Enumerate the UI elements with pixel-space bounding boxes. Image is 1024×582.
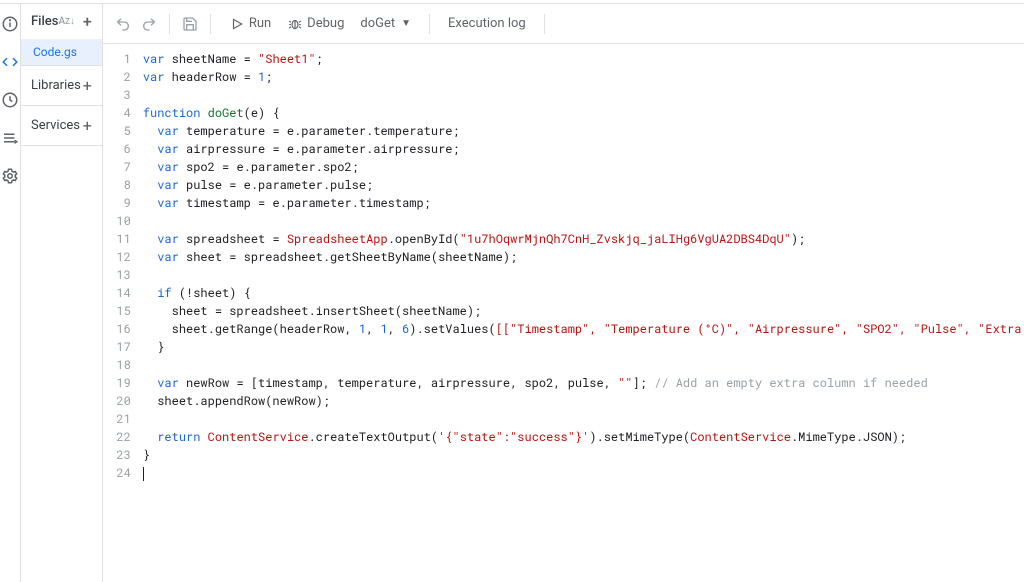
debug-label: Debug [307,16,344,31]
libraries-header[interactable]: Libraries + [21,66,102,106]
execution-log-button[interactable]: Execution log [442,12,532,35]
add-library-button[interactable]: + [83,76,92,95]
clock-icon[interactable] [0,90,20,110]
execution-log-label: Execution log [448,16,526,31]
run-label: Run [249,16,271,31]
redo-icon[interactable] [141,16,157,32]
code-area[interactable]: var sheetName = "Sheet1";var headerRow =… [139,44,1024,582]
services-label: Services [31,118,80,133]
sort-az-icon[interactable]: AZ↓ [58,16,74,27]
function-dropdown[interactable]: doGet ▼ [354,12,417,35]
add-service-button[interactable]: + [83,116,92,135]
file-item-code-gs[interactable]: Code.gs [21,39,102,65]
code-editor[interactable]: 123456789101112131415161718192021222324 … [103,44,1024,582]
left-rail [0,4,21,582]
triggers-icon[interactable] [0,128,20,148]
info-icon[interactable] [0,14,20,34]
save-icon[interactable] [182,16,198,32]
undo-icon[interactable] [115,16,131,32]
play-icon [229,16,245,32]
files-header: Files AZ↓ + [21,4,102,39]
debug-button[interactable]: Debug [281,12,350,36]
bug-icon [287,16,303,32]
services-header[interactable]: Services + [21,106,102,146]
toolbar: Run Debug doGet ▼ Execution log [103,4,1024,44]
settings-icon[interactable] [0,166,20,186]
chevron-down-icon: ▼ [401,18,411,29]
sidebar: Files AZ↓ + Code.gs Libraries + Services… [21,4,103,582]
code-icon[interactable] [0,52,20,72]
function-name: doGet [360,16,395,31]
run-button[interactable]: Run [223,12,277,36]
libraries-label: Libraries [31,78,81,93]
line-gutter: 123456789101112131415161718192021222324 [103,44,139,582]
add-file-button[interactable]: + [83,12,92,31]
files-label: Files [31,14,58,29]
